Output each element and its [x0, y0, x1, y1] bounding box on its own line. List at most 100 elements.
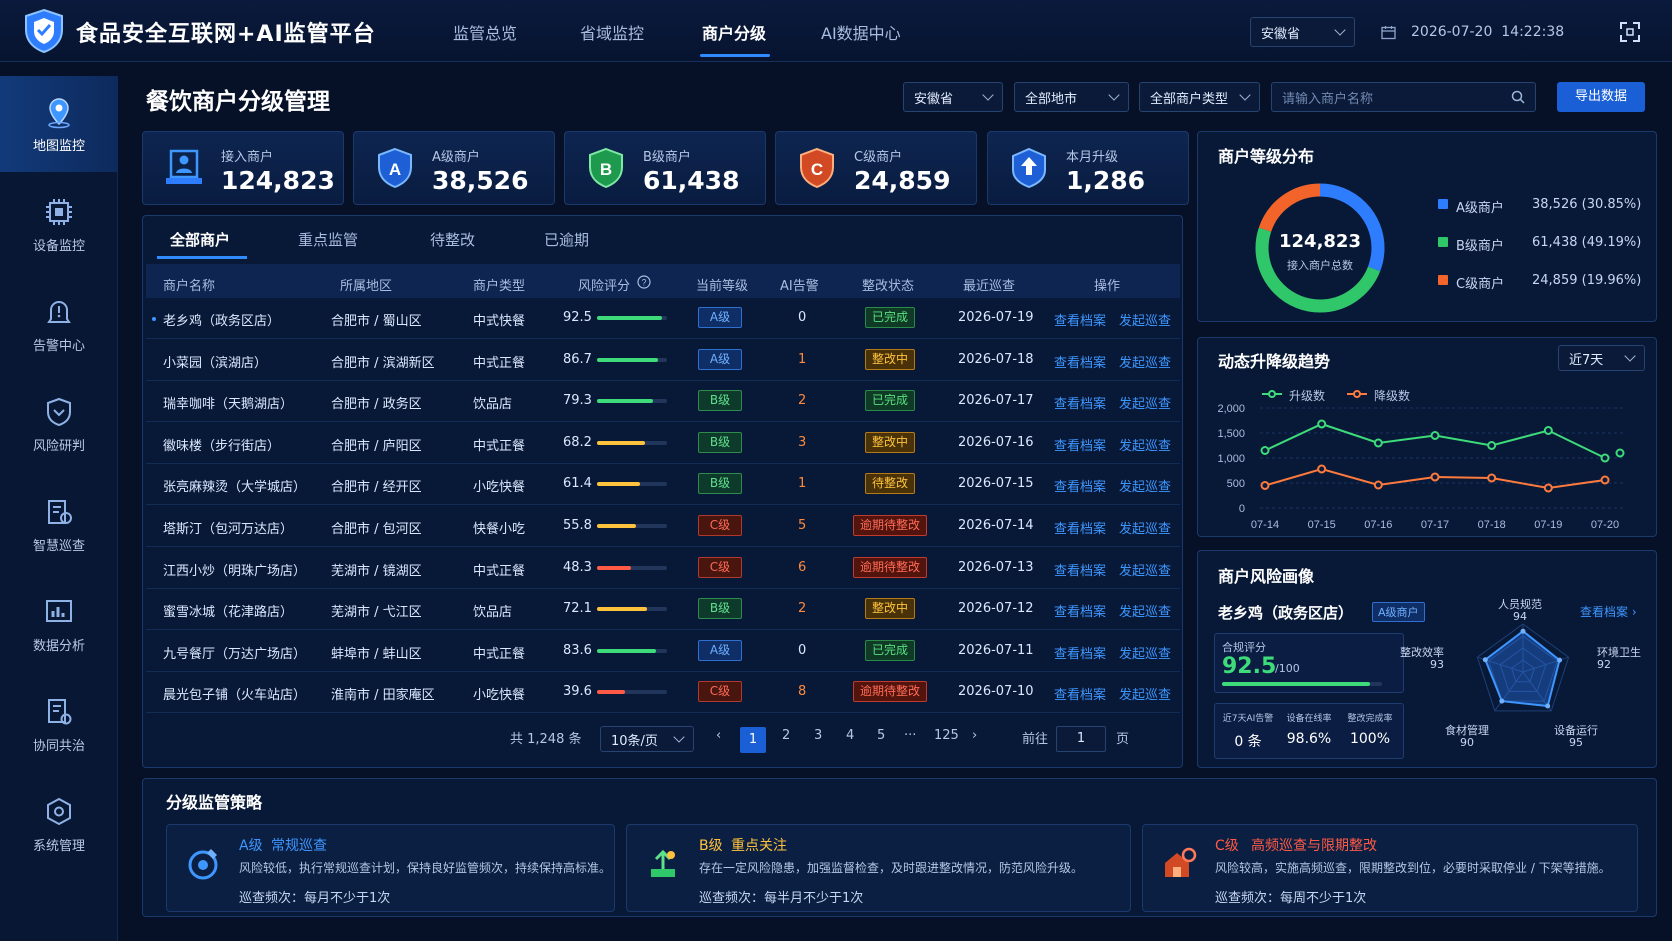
- start-inspection-link[interactable]: 发起巡查: [1119, 435, 1171, 454]
- page-3-button[interactable]: 3: [814, 728, 822, 743]
- merchant-type: 小吃快餐: [473, 480, 526, 496]
- province-select-value: 安徽省: [1261, 26, 1301, 42]
- nav-tab-merchant-grading[interactable]: 商户分级: [702, 20, 766, 44]
- start-inspection-link[interactable]: 发起巡查: [1119, 601, 1171, 620]
- risk-score-bar-fill: [597, 690, 625, 695]
- page-5-button[interactable]: 5: [877, 728, 885, 743]
- nav-tab-province[interactable]: 省域监控: [580, 20, 644, 44]
- risk-score: 72.1: [563, 601, 592, 617]
- merchant-type: 饮品店: [473, 397, 513, 413]
- start-inspection-link[interactable]: 发起巡查: [1119, 352, 1171, 371]
- start-inspection-link[interactable]: 发起巡查: [1119, 476, 1171, 495]
- series-point: [1487, 441, 1497, 450]
- tab-key-supervision[interactable]: 重点监管: [298, 229, 358, 250]
- sidebar-item-collab[interactable]: 协同共治: [0, 676, 118, 772]
- start-inspection-link[interactable]: 发起巡查: [1119, 643, 1171, 662]
- view-profile-link[interactable]: 查看档案: [1054, 560, 1106, 579]
- radar-axis-value: 92: [1597, 658, 1611, 671]
- start-inspection-link[interactable]: 发起巡查: [1119, 393, 1171, 412]
- bar-chart-icon: [46, 599, 72, 622]
- merchant-type: 快餐小吃: [473, 522, 526, 537]
- merchant-region: 芜湖市 / 弋江区: [331, 605, 422, 621]
- page-2-button[interactable]: 2: [782, 728, 790, 743]
- radar-axis-value: 90: [1460, 736, 1474, 749]
- risk-score-bar-fill: [597, 399, 653, 404]
- city-filter[interactable]: 全部地市: [1014, 82, 1129, 112]
- goto-page-input[interactable]: 1: [1056, 726, 1106, 752]
- export-button[interactable]: 导出数据: [1557, 82, 1645, 112]
- province-filter[interactable]: 安徽省: [903, 82, 1003, 112]
- stat-card-total: 接入商户 124,823: [142, 131, 344, 205]
- sidebar-item-device[interactable]: 设备监控: [0, 176, 118, 272]
- sidebar-item-analytics[interactable]: 数据分析: [0, 576, 118, 672]
- table-row: 蜜雪冰城（花津路店） 芜湖市 / 弋江区 饮品店 72.1 B级 2 整改中 2026-07-…: [146, 589, 1180, 631]
- page-1-button[interactable]: 1: [740, 727, 766, 753]
- upgrade-arrow-icon: [1012, 147, 1046, 189]
- merchant-search-input[interactable]: 请输入商户名称: [1271, 82, 1536, 112]
- col-type: 商户类型: [473, 279, 526, 294]
- trend-range-select[interactable]: 近7天: [1558, 345, 1645, 371]
- help-icon[interactable]: ?: [637, 275, 651, 289]
- fullscreen-icon[interactable]: [1619, 21, 1641, 43]
- tab-overdue[interactable]: 已逾期: [544, 229, 589, 250]
- stat-value: 1,286: [1066, 166, 1146, 195]
- prev-page-icon[interactable]: ‹: [716, 728, 721, 743]
- sidebar-item-risk[interactable]: 风险研判: [0, 376, 118, 472]
- svg-text:A: A: [389, 160, 401, 179]
- view-profile-link[interactable]: 查看档案: [1054, 393, 1106, 412]
- view-profile-link[interactable]: 查看档案: [1054, 684, 1106, 703]
- table-row: 老乡鸡（政务区店） 合肥市 / 蜀山区 中式快餐 92.5 A级 0 已完成 2026-07-…: [146, 298, 1180, 339]
- view-profile-link[interactable]: 查看档案: [1054, 435, 1106, 454]
- sidebar-item-system[interactable]: 系统管理: [0, 776, 118, 872]
- start-inspection-link[interactable]: 发起巡查: [1119, 560, 1171, 579]
- last-inspection-date: 2026-07-17: [958, 393, 1034, 409]
- col-last-inspection: 最近巡查: [963, 279, 1016, 294]
- risk-score-bar-fill: [597, 357, 658, 362]
- strategy-title: 分级监管策略: [166, 793, 263, 812]
- page-4-button[interactable]: 4: [846, 728, 854, 743]
- view-profile-link[interactable]: 查看档案: [1054, 601, 1106, 620]
- chevron-down-icon: [1239, 89, 1251, 101]
- view-profile-link[interactable]: 查看档案: [1054, 476, 1106, 495]
- page-size-select[interactable]: 10条/页: [600, 726, 694, 752]
- strategy-card: B级 重点关注 存在一定风险隐患，加强监督检查，及时跟进整改情况，防范风险升级。 巡查…: [626, 824, 1131, 912]
- province-select[interactable]: 安徽省: [1250, 17, 1355, 47]
- fix-status-badge: 已完成: [865, 639, 916, 661]
- start-inspection-link[interactable]: 发起巡查: [1119, 518, 1171, 537]
- nav-tab-overview[interactable]: 监管总览: [453, 20, 517, 44]
- view-profile-link[interactable]: 查看档案: [1054, 352, 1106, 371]
- level-badge: B级: [698, 598, 742, 620]
- search-icon[interactable]: [1511, 90, 1525, 104]
- document-gear-icon: [48, 698, 72, 724]
- merchant-type-filter[interactable]: 全部商户类型: [1139, 82, 1260, 112]
- page-last-button[interactable]: 125: [934, 728, 959, 743]
- selected-row-dot: [152, 317, 156, 321]
- merchant-name: 晨光包子铺（火车站店）: [163, 688, 307, 704]
- level-badge: A级: [698, 307, 742, 328]
- b-shield-icon: B: [589, 147, 623, 189]
- merchant-name: 九号餐厅（万达广场店）: [163, 646, 307, 662]
- strategy-name: 重点关注: [731, 838, 787, 854]
- sidebar-item-inspection[interactable]: 智慧巡查: [0, 476, 118, 572]
- sidebar-item-alert[interactable]: 告警中心: [0, 276, 118, 372]
- sidebar-item-map[interactable]: 地图监控: [0, 76, 118, 172]
- start-inspection-link[interactable]: 发起巡查: [1119, 684, 1171, 703]
- sidebar-item-label: 数据分析: [32, 638, 85, 654]
- metric-value: 100%: [1349, 731, 1391, 747]
- merchant-name: 张亮麻辣烫（大学城店）: [163, 480, 307, 496]
- trend-range-value: 近7天: [1569, 352, 1604, 368]
- start-inspection-link[interactable]: 发起巡查: [1119, 310, 1171, 329]
- page-ellipsis[interactable]: ···: [904, 728, 916, 743]
- nav-tab-ai-data[interactable]: AI数据中心: [821, 20, 901, 44]
- page-size-value: 10条/页: [611, 733, 658, 749]
- view-profile-link[interactable]: 查看档案: [1054, 643, 1106, 662]
- view-profile-link[interactable]: 查看档案: [1054, 518, 1106, 537]
- stat-label: C级商户: [854, 150, 903, 165]
- merchant-type: 中式正餐: [473, 563, 526, 579]
- merchant-region: 合肥市 / 经开区: [331, 480, 422, 496]
- next-page-icon[interactable]: ›: [972, 728, 977, 743]
- tab-pending-fix[interactable]: 待整改: [430, 229, 475, 250]
- tab-all[interactable]: 全部商户: [170, 229, 230, 250]
- risk-score-bar-track: [597, 440, 667, 445]
- view-profile-link[interactable]: 查看档案: [1054, 310, 1106, 329]
